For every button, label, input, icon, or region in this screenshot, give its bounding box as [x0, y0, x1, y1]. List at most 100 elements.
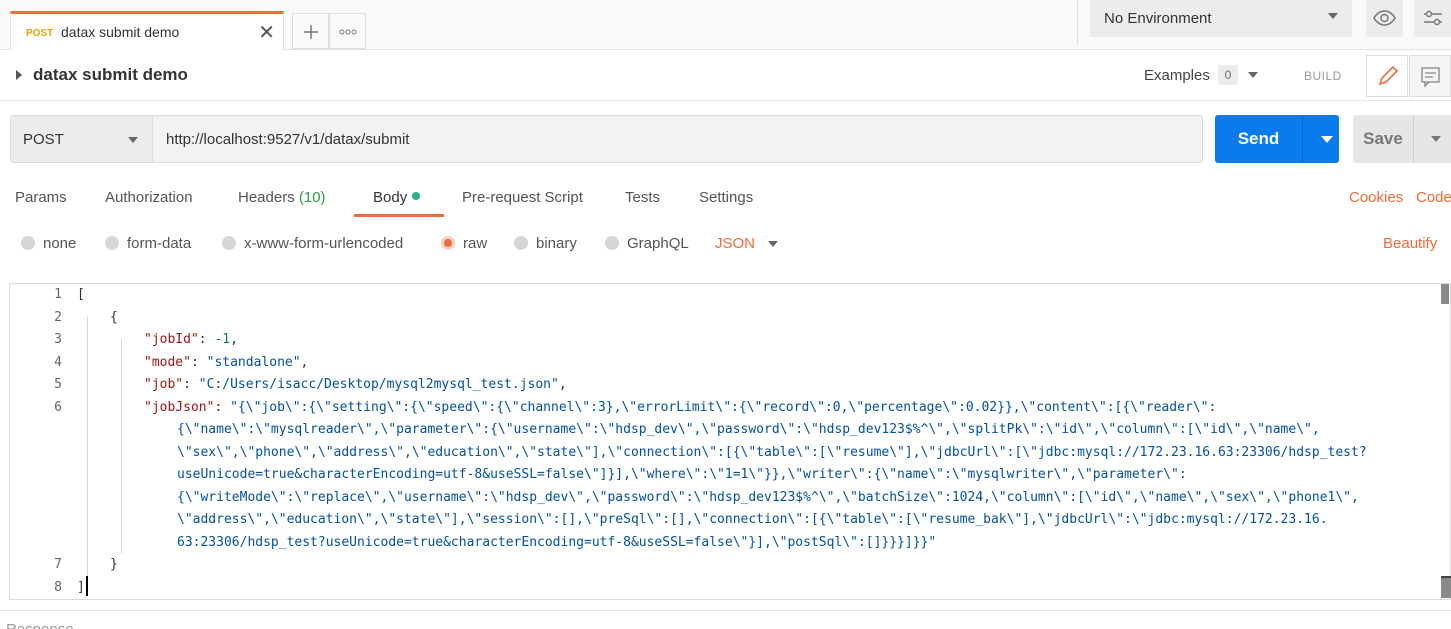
radio-circle [105, 236, 119, 250]
body-active-dot [412, 192, 421, 200]
code-line: "mode": "standalone", [144, 355, 309, 370]
method-label: POST [23, 131, 64, 148]
code-line: [ [77, 287, 85, 302]
code-line-wrap: 63:23306/hdsp_test?useUnicode=true&chara… [177, 535, 937, 550]
examples-dropdown[interactable]: Examples [1144, 67, 1210, 84]
radio-circle-selected [441, 236, 455, 250]
divider [1302, 115, 1303, 163]
code-editor[interactable]: 1 2 3 4 5 6 7 8 [ { "jobId": -1, "mode":… [9, 283, 1451, 600]
json-key: "jobId" [144, 332, 199, 347]
examples-count-badge: 0 [1218, 65, 1238, 85]
code-link[interactable]: Code [1416, 189, 1451, 206]
radio-label: x-www-form-urlencoded [244, 235, 404, 252]
send-button[interactable]: Send [1215, 115, 1339, 163]
radio-label: binary [536, 235, 577, 252]
url-input[interactable] [153, 115, 1203, 163]
format-select[interactable]: JSON [715, 235, 755, 252]
code-line: ] [77, 580, 85, 595]
line-number: 7 [54, 557, 62, 572]
divider [1077, 0, 1078, 46]
close-icon[interactable]: ✕ [258, 20, 275, 45]
environment-label: No Environment [1104, 10, 1212, 27]
line-number: 1 [54, 287, 62, 302]
send-label: Send [1237, 129, 1280, 148]
json-key: "mode" [144, 355, 191, 370]
tab-settings[interactable]: Settings [699, 189, 753, 206]
code-line: { [110, 310, 118, 325]
tab-headers-label: Headers [238, 189, 295, 206]
environment-select[interactable]: No Environment [1090, 0, 1352, 37]
plus-icon[interactable] [292, 13, 329, 49]
save-button[interactable]: Save [1353, 115, 1451, 163]
radio-label: form-data [127, 235, 192, 252]
line-number: 6 [54, 400, 62, 415]
request-header: datax submit demo Examples 0 BUILD [0, 51, 1451, 101]
build-button[interactable]: BUILD [1304, 69, 1342, 83]
settings-sliders-icon[interactable] [1414, 0, 1451, 37]
indent-guide [121, 339, 122, 554]
indent-guide [87, 316, 88, 586]
cookies-link[interactable]: Cookies [1349, 189, 1403, 206]
tab-body[interactable]: Body [373, 189, 421, 206]
line-number: 3 [54, 332, 62, 347]
scrollbar-thumb-bottom[interactable] [1441, 576, 1451, 598]
comment-icon[interactable] [1409, 55, 1451, 97]
code-line: "jobJson": "{\"job\":{\"setting\":{\"spe… [144, 400, 1217, 415]
eye-icon[interactable] [1366, 0, 1403, 37]
chevron-down-icon [128, 137, 138, 143]
text-cursor [86, 576, 88, 596]
beautify-link[interactable]: Beautify [1383, 235, 1437, 252]
headers-count: (10) [298, 189, 326, 206]
tab-title: datax submit demo [61, 24, 180, 40]
tab-headers[interactable]: Headers (10) [238, 189, 326, 206]
tab-body-label: Body [373, 189, 408, 206]
ellipsis-icon[interactable] [329, 13, 366, 49]
radio-circle [605, 236, 619, 250]
edit-pencil-icon[interactable] [1366, 55, 1408, 97]
line-number: 2 [54, 310, 62, 325]
line-number: 5 [54, 377, 62, 392]
chevron-down-icon [1328, 13, 1338, 19]
divider [0, 610, 1451, 611]
radio-circle [514, 236, 528, 250]
json-value: "C:/Users/isacc/Desktop/mysql2mysql_test… [198, 377, 559, 392]
json-value: -1 [214, 332, 231, 347]
method-select[interactable]: POST [10, 115, 153, 163]
json-value: "{\"job\":{\"setting\":{\"speed\":{\"cha… [230, 400, 1217, 415]
tab-method-badge: POST [26, 28, 54, 39]
caret-right-icon[interactable] [16, 70, 22, 80]
code-line-wrap: {\"name\":\"mysqlreader\",\"parameter\":… [177, 422, 1320, 437]
radio-label: raw [463, 235, 488, 252]
chevron-down-icon[interactable] [1248, 72, 1258, 78]
tab-params[interactable]: Params [15, 189, 67, 206]
code-line: } [110, 557, 118, 572]
chevron-down-icon[interactable] [768, 241, 778, 247]
radio-circle [21, 236, 35, 250]
tab-tests[interactable]: Tests [625, 189, 660, 206]
chevron-down-icon[interactable] [1431, 136, 1441, 142]
request-tab-datax-submit-demo[interactable]: POST datax submit demo ✕ [10, 11, 284, 50]
json-key: "jobJson" [144, 400, 215, 415]
active-tab-indicator [354, 214, 444, 217]
scrollbar-thumb[interactable] [1441, 284, 1449, 304]
code-line: "job": "C:/Users/isacc/Desktop/mysql2mys… [144, 377, 567, 392]
tab-authorization[interactable]: Authorization [105, 189, 193, 206]
tab-bar: POST datax submit demo ✕ No Environment [0, 0, 1451, 50]
tab-pre-request-script[interactable]: Pre-request Script [462, 189, 583, 206]
radio-label: none [43, 235, 77, 252]
request-name[interactable]: datax submit demo [33, 65, 188, 85]
code-line: "jobId": -1, [144, 332, 238, 347]
code-line-wrap: \"sex\",\"phone\",\"address\",\"educatio… [177, 445, 1367, 460]
save-label: Save [1363, 129, 1403, 148]
chevron-down-icon[interactable] [1321, 136, 1333, 143]
response-label: Response [6, 621, 74, 629]
json-key: "job" [144, 377, 184, 392]
json-value: "standalone" [206, 355, 301, 370]
code-line-wrap: useUnicode=true&characterEncoding=utf-8&… [177, 467, 1187, 482]
divider [1413, 115, 1414, 163]
line-number: 4 [54, 355, 62, 370]
line-number: 8 [54, 580, 62, 595]
radio-label: GraphQL [627, 235, 689, 252]
code-line-wrap: {\"writeMode\":\"replace\",\"username\":… [177, 490, 1359, 505]
code-line-wrap: \"address\",\"education\",\"state\"],\"s… [177, 512, 1328, 527]
